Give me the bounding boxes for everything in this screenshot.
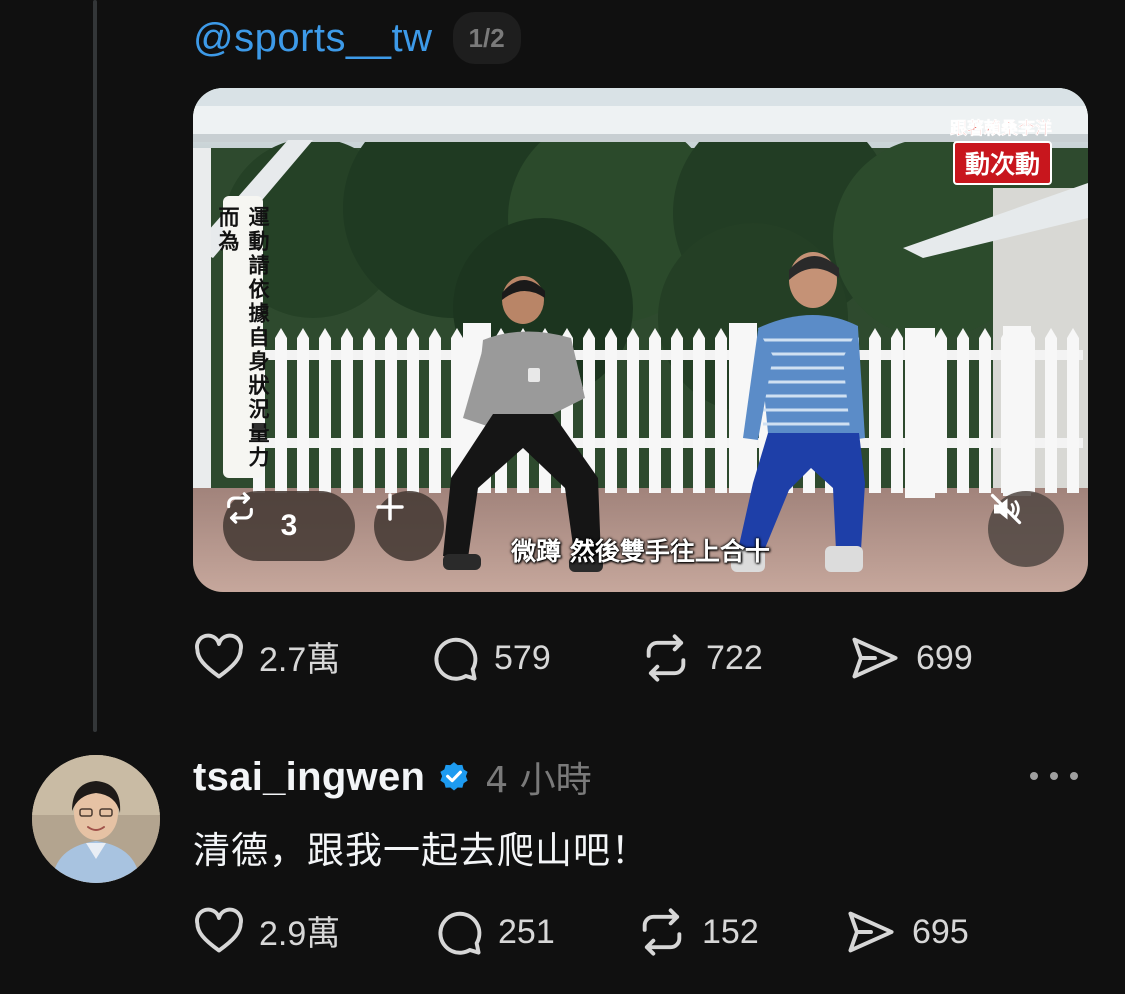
heart-icon (195, 907, 243, 952)
comment-icon (438, 911, 482, 955)
send-icon (852, 637, 898, 679)
muted-speaker-icon (990, 493, 1022, 525)
post-header: tsai_ingwen 4 小時 (193, 750, 592, 804)
show-logo-line2: 動次動 (952, 141, 1052, 185)
like-count: 2.7萬 (259, 641, 341, 679)
verified-badge-icon (440, 762, 468, 791)
more-dot-icon (1050, 772, 1058, 780)
heart-icon (195, 633, 243, 678)
reply-count: 251 (498, 912, 555, 951)
like-count: 2.9萬 (259, 915, 341, 953)
avatar[interactable] (32, 755, 160, 883)
reply-button[interactable]: 579 (428, 632, 551, 684)
show-logo: 跟著賴桑李洋 動次動 (950, 114, 1052, 185)
more-dot-icon (1030, 772, 1038, 780)
repost-count: 152 (702, 912, 759, 951)
like-button[interactable]: 2.9萬 (193, 906, 340, 955)
reply-button[interactable]: 251 (432, 906, 555, 958)
repost-count: 722 (706, 638, 763, 677)
share-button[interactable]: 695 (844, 906, 969, 958)
video-player[interactable]: 運動請依據自身狀況量力而為 跟著賴桑李洋 動次動 微蹲 然後雙手往上合十 3 (193, 88, 1088, 592)
video-repost-count: 3 (280, 509, 298, 542)
post-timestamp: 4 小時 (485, 760, 592, 801)
repost-icon (646, 634, 686, 682)
plus-icon (376, 493, 404, 521)
post-body-text: 清德，跟我一起去爬山吧！ (193, 829, 649, 872)
safety-caption-text: 運動請依據自身狀況量力而為 (216, 206, 270, 470)
repost-button[interactable]: 722 (640, 632, 763, 684)
mute-toggle-button[interactable] (988, 491, 1064, 567)
avatar-image (32, 755, 160, 883)
thread-connector-line (93, 0, 97, 732)
repost-button[interactable]: 152 (636, 906, 759, 958)
username[interactable]: tsai_ingwen (193, 755, 425, 800)
show-logo-line1: 跟著賴桑李洋 (950, 119, 1053, 140)
more-dot-icon (1070, 772, 1078, 780)
share-button[interactable]: 699 (848, 632, 973, 684)
comment-icon (434, 637, 478, 681)
quoted-post-header: @sports__tw 1/2 (193, 8, 521, 68)
media-page-indicator: 1/2 (452, 12, 521, 64)
share-count: 695 (912, 912, 969, 951)
safety-caption: 運動請依據自身狀況量力而為 (216, 196, 270, 478)
send-icon (848, 911, 894, 953)
share-count: 699 (916, 638, 973, 677)
mention-link[interactable]: @sports__tw (193, 16, 433, 61)
add-button[interactable] (374, 491, 444, 561)
repost-icon (642, 908, 682, 956)
more-options-button[interactable] (1030, 764, 1078, 788)
reply-count: 579 (494, 638, 551, 677)
repost-icon (227, 492, 253, 524)
like-button[interactable]: 2.7萬 (193, 632, 340, 681)
video-repost-count-button[interactable]: 3 (223, 491, 355, 561)
